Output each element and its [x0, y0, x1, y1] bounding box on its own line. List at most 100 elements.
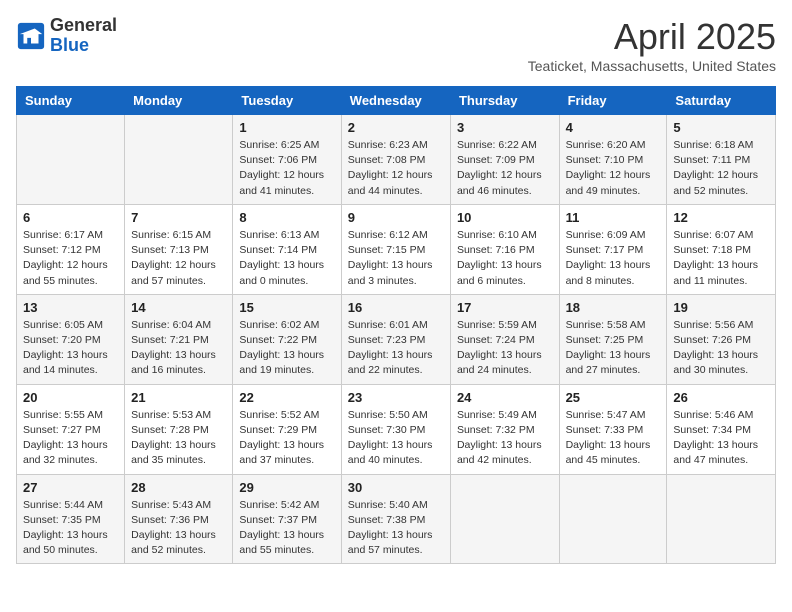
calendar-cell: 23 Sunrise: 5:50 AM Sunset: 7:30 PM Dayli…: [341, 384, 450, 474]
logo-text: General Blue: [50, 16, 117, 56]
day-info: Sunrise: 5:40 AM Sunset: 7:38 PM Dayligh…: [348, 498, 444, 559]
calendar-cell: 21 Sunrise: 5:53 AM Sunset: 7:28 PM Dayli…: [125, 384, 233, 474]
calendar-cell: 8 Sunrise: 6:13 AM Sunset: 7:14 PM Daylig…: [233, 204, 341, 294]
day-number: 10: [457, 210, 553, 225]
day-info: Sunrise: 5:50 AM Sunset: 7:30 PM Dayligh…: [348, 408, 444, 469]
day-info: Sunrise: 5:49 AM Sunset: 7:32 PM Dayligh…: [457, 408, 553, 469]
day-number: 9: [348, 210, 444, 225]
day-info: Sunrise: 5:44 AM Sunset: 7:35 PM Dayligh…: [23, 498, 118, 559]
calendar-header: SundayMondayTuesdayWednesdayThursdayFrid…: [17, 87, 776, 115]
header-day-thursday: Thursday: [450, 87, 559, 115]
calendar-cell: 22Sunrise: 5:52 AM Sunset: 7:29 PM Dayli…: [233, 384, 341, 474]
day-number: 7: [131, 210, 226, 225]
logo-blue-text: Blue: [50, 36, 117, 56]
day-info: Sunrise: 6:17 AM Sunset: 7:12 PM Dayligh…: [23, 228, 118, 289]
day-info: Sunrise: 6:23 AM Sunset: 7:08 PM Dayligh…: [348, 138, 444, 199]
day-info: Sunrise: 5:59 AM Sunset: 7:24 PM Dayligh…: [457, 318, 553, 379]
day-number: 14: [131, 300, 226, 315]
day-number: 23: [348, 390, 444, 405]
calendar-cell: 27 Sunrise: 5:44 AM Sunset: 7:35 PM Dayli…: [17, 474, 125, 564]
logo-icon: [16, 21, 46, 51]
day-info: Sunrise: 6:09 AM Sunset: 7:17 PM Dayligh…: [566, 228, 661, 289]
header-day-friday: Friday: [559, 87, 667, 115]
calendar-week-3: 13 Sunrise: 6:05 AM Sunset: 7:20 PM Dayli…: [17, 294, 776, 384]
calendar-cell: 16Sunrise: 6:01 AM Sunset: 7:23 PM Dayli…: [341, 294, 450, 384]
day-info: Sunrise: 6:18 AM Sunset: 7:11 PM Dayligh…: [673, 138, 769, 199]
header-day-tuesday: Tuesday: [233, 87, 341, 115]
header-day-saturday: Saturday: [667, 87, 776, 115]
day-number: 11: [566, 210, 661, 225]
logo: General Blue: [16, 16, 117, 56]
calendar-cell: 2 Sunrise: 6:23 AM Sunset: 7:08 PM Daylig…: [341, 115, 450, 205]
header-row: SundayMondayTuesdayWednesdayThursdayFrid…: [17, 87, 776, 115]
calendar-week-4: 20 Sunrise: 5:55 AM Sunset: 7:27 PM Dayli…: [17, 384, 776, 474]
calendar-cell: 7 Sunrise: 6:15 AM Sunset: 7:13 PM Daylig…: [125, 204, 233, 294]
day-number: 26: [673, 390, 769, 405]
calendar-cell: [125, 115, 233, 205]
day-info: Sunrise: 6:02 AM Sunset: 7:22 PM Dayligh…: [239, 318, 334, 379]
day-info: Sunrise: 6:15 AM Sunset: 7:13 PM Dayligh…: [131, 228, 226, 289]
day-number: 20: [23, 390, 118, 405]
day-number: 22: [239, 390, 334, 405]
calendar-cell: 10 Sunrise: 6:10 AM Sunset: 7:16 PM Dayli…: [450, 204, 559, 294]
calendar-cell: 20 Sunrise: 5:55 AM Sunset: 7:27 PM Dayli…: [17, 384, 125, 474]
day-info: Sunrise: 6:12 AM Sunset: 7:15 PM Dayligh…: [348, 228, 444, 289]
day-number: 24: [457, 390, 553, 405]
day-number: 19: [673, 300, 769, 315]
calendar-cell: 24 Sunrise: 5:49 AM Sunset: 7:32 PM Dayli…: [450, 384, 559, 474]
calendar-cell: 18Sunrise: 5:58 AM Sunset: 7:25 PM Dayli…: [559, 294, 667, 384]
calendar-cell: 19Sunrise: 5:56 AM Sunset: 7:26 PM Dayli…: [667, 294, 776, 384]
day-info: Sunrise: 5:47 AM Sunset: 7:33 PM Dayligh…: [566, 408, 661, 469]
day-info: Sunrise: 5:55 AM Sunset: 7:27 PM Dayligh…: [23, 408, 118, 469]
title-block: April 2025 Teaticket, Massachusetts, Uni…: [528, 16, 776, 74]
day-info: Sunrise: 6:22 AM Sunset: 7:09 PM Dayligh…: [457, 138, 553, 199]
day-number: 15: [239, 300, 334, 315]
day-info: Sunrise: 5:43 AM Sunset: 7:36 PM Dayligh…: [131, 498, 226, 559]
calendar-cell: 26 Sunrise: 5:46 AM Sunset: 7:34 PM Dayli…: [667, 384, 776, 474]
day-number: 13: [23, 300, 118, 315]
calendar-body: 1Sunrise: 6:25 AM Sunset: 7:06 PM Daylig…: [17, 115, 776, 564]
calendar-cell: [450, 474, 559, 564]
header-day-sunday: Sunday: [17, 87, 125, 115]
day-info: Sunrise: 6:05 AM Sunset: 7:20 PM Dayligh…: [23, 318, 118, 379]
day-info: Sunrise: 6:13 AM Sunset: 7:14 PM Dayligh…: [239, 228, 334, 289]
month-title: April 2025: [528, 16, 776, 58]
calendar-cell: 29 Sunrise: 5:42 AM Sunset: 7:37 PM Dayli…: [233, 474, 341, 564]
location-text: Teaticket, Massachusetts, United States: [528, 58, 776, 74]
day-number: 29: [239, 480, 334, 495]
day-info: Sunrise: 5:42 AM Sunset: 7:37 PM Dayligh…: [239, 498, 334, 559]
day-number: 5: [673, 120, 769, 135]
calendar-week-2: 6Sunrise: 6:17 AM Sunset: 7:12 PM Daylig…: [17, 204, 776, 294]
day-number: 17: [457, 300, 553, 315]
day-number: 4: [566, 120, 661, 135]
day-number: 16: [348, 300, 444, 315]
calendar-cell: 11 Sunrise: 6:09 AM Sunset: 7:17 PM Dayli…: [559, 204, 667, 294]
day-number: 1: [239, 120, 334, 135]
calendar-cell: 13 Sunrise: 6:05 AM Sunset: 7:20 PM Dayli…: [17, 294, 125, 384]
calendar-cell: 17 Sunrise: 5:59 AM Sunset: 7:24 PM Dayli…: [450, 294, 559, 384]
calendar-cell: 28 Sunrise: 5:43 AM Sunset: 7:36 PM Dayli…: [125, 474, 233, 564]
calendar-cell: 3Sunrise: 6:22 AM Sunset: 7:09 PM Daylig…: [450, 115, 559, 205]
day-number: 28: [131, 480, 226, 495]
day-number: 21: [131, 390, 226, 405]
day-number: 18: [566, 300, 661, 315]
calendar-cell: 6Sunrise: 6:17 AM Sunset: 7:12 PM Daylig…: [17, 204, 125, 294]
day-number: 30: [348, 480, 444, 495]
calendar-cell: 14 Sunrise: 6:04 AM Sunset: 7:21 PM Dayli…: [125, 294, 233, 384]
day-info: Sunrise: 6:04 AM Sunset: 7:21 PM Dayligh…: [131, 318, 226, 379]
calendar-table: SundayMondayTuesdayWednesdayThursdayFrid…: [16, 86, 776, 564]
day-number: 2: [348, 120, 444, 135]
calendar-cell: [17, 115, 125, 205]
day-number: 27: [23, 480, 118, 495]
logo-general-text: General: [50, 16, 117, 36]
calendar-cell: [667, 474, 776, 564]
calendar-cell: 25Sunrise: 5:47 AM Sunset: 7:33 PM Dayli…: [559, 384, 667, 474]
calendar-cell: 30 Sunrise: 5:40 AM Sunset: 7:38 PM Dayli…: [341, 474, 450, 564]
day-info: Sunrise: 5:53 AM Sunset: 7:28 PM Dayligh…: [131, 408, 226, 469]
day-number: 8: [239, 210, 334, 225]
calendar-cell: 4Sunrise: 6:20 AM Sunset: 7:10 PM Daylig…: [559, 115, 667, 205]
calendar-cell: 5 Sunrise: 6:18 AM Sunset: 7:11 PM Daylig…: [667, 115, 776, 205]
calendar-cell: 9 Sunrise: 6:12 AM Sunset: 7:15 PM Daylig…: [341, 204, 450, 294]
day-info: Sunrise: 6:10 AM Sunset: 7:16 PM Dayligh…: [457, 228, 553, 289]
day-info: Sunrise: 5:46 AM Sunset: 7:34 PM Dayligh…: [673, 408, 769, 469]
